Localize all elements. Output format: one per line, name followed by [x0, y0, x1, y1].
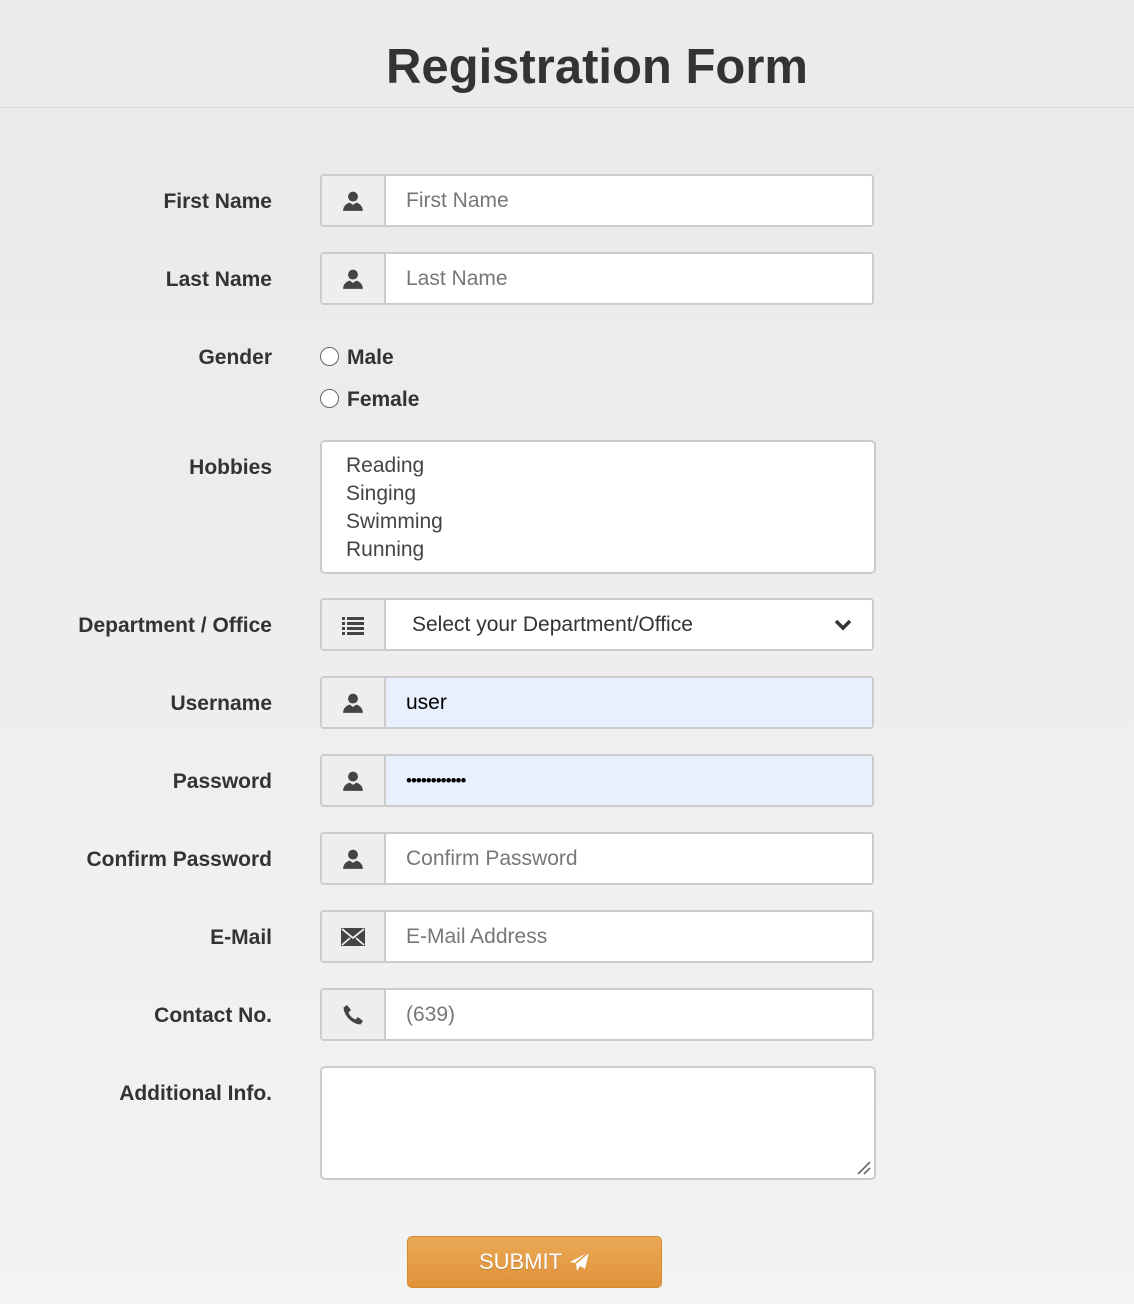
first-name-group: First Name: [320, 174, 874, 227]
hobby-option[interactable]: Singing: [346, 480, 874, 508]
username-label: Username: [170, 692, 272, 715]
radio-button[interactable]: [320, 388, 339, 408]
resize-handle-icon[interactable]: [857, 1161, 871, 1175]
radio-label: Male: [347, 346, 394, 369]
department-selected: Select your Department/Office: [412, 612, 693, 636]
last-name-input[interactable]: Last Name: [386, 254, 872, 303]
page-title: Registration Form: [386, 40, 808, 94]
department-label: Department / Office: [78, 614, 272, 637]
last-name-label: Last Name: [165, 268, 272, 291]
email-group: E-Mail Address: [320, 910, 874, 963]
gender-radio-male[interactable]: Male: [320, 346, 394, 370]
paper-plane-icon: [570, 1251, 590, 1271]
chevron-down-icon: [834, 619, 852, 630]
submit-button[interactable]: SUBMIT: [407, 1236, 662, 1288]
envelope-icon: [322, 912, 386, 961]
user-icon: [322, 834, 386, 883]
confirm-password-input[interactable]: Confirm Password: [386, 834, 872, 883]
hobby-option[interactable]: Swimming: [346, 508, 874, 536]
contact-group: (639): [320, 988, 874, 1041]
email-label: E-Mail: [210, 926, 272, 949]
department-group: Select your Department/Office: [320, 598, 874, 651]
email-input[interactable]: E-Mail Address: [386, 912, 872, 961]
user-icon: [322, 678, 386, 727]
contact-input[interactable]: (639): [386, 990, 872, 1039]
department-select[interactable]: Select your Department/Office: [386, 600, 872, 649]
submit-label: SUBMIT: [478, 1249, 563, 1274]
password-group: ••••••••••••: [320, 754, 874, 807]
user-icon: [322, 756, 386, 805]
list-icon: [322, 600, 386, 649]
phone-icon: [322, 990, 386, 1039]
first-name-label: First Name: [163, 190, 272, 213]
first-name-input[interactable]: First Name: [386, 176, 872, 225]
username-group: user: [320, 676, 874, 729]
user-icon: [322, 254, 386, 303]
password-label: Password: [172, 770, 272, 793]
hobbies-listbox[interactable]: Reading Singing Swimming Running: [320, 440, 876, 574]
gender-label: Gender: [198, 346, 272, 369]
radio-button[interactable]: [320, 346, 339, 366]
last-name-group: Last Name: [320, 252, 874, 305]
user-icon: [322, 176, 386, 225]
hobbies-label: Hobbies: [189, 456, 272, 479]
header: Registration Form: [0, 0, 1134, 108]
radio-label: Female: [347, 388, 420, 411]
confirm-password-group: Confirm Password: [320, 832, 874, 885]
contact-label: Contact No.: [154, 1004, 272, 1027]
hobby-option[interactable]: Reading: [346, 452, 874, 480]
hobby-option[interactable]: Running: [346, 536, 874, 564]
username-input[interactable]: user: [386, 678, 872, 727]
gender-radio-female[interactable]: Female: [320, 388, 419, 412]
confirm-password-label: Confirm Password: [86, 848, 272, 871]
password-input[interactable]: ••••••••••••: [386, 756, 872, 805]
additional-info-textarea[interactable]: [320, 1066, 876, 1180]
additional-info-label: Additional Info.: [119, 1082, 272, 1105]
